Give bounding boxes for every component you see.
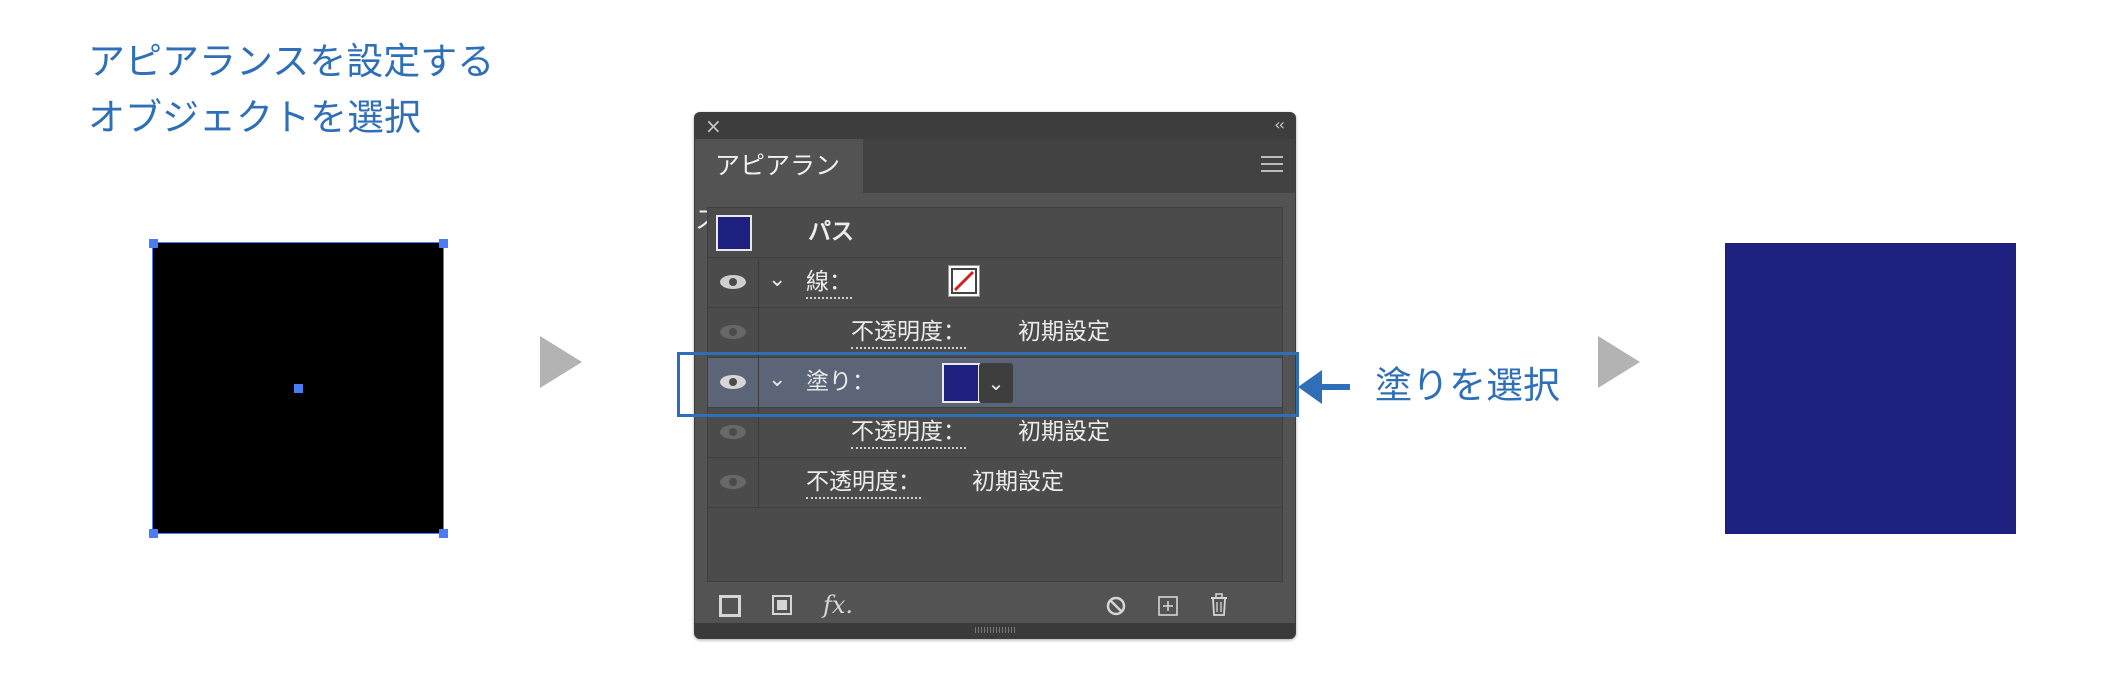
visibility-eye-icon xyxy=(720,325,746,339)
instruction-text: アピアランスを設定する オブジェクトを選択 xyxy=(88,34,494,146)
object-opacity-value: 初期設定 xyxy=(972,469,1064,495)
panel-menu-icon[interactable] xyxy=(1261,156,1283,177)
path-thumbnail xyxy=(716,215,752,251)
add-new-stroke-icon[interactable] xyxy=(719,595,741,617)
visibility-eye-icon xyxy=(720,425,746,439)
collapse-icon[interactable]: ‹‹ xyxy=(1274,113,1285,137)
fill-row-highlight xyxy=(677,352,1299,417)
stroke-opacity-value: 初期設定 xyxy=(1018,319,1110,345)
panel-titlebar: × ‹‹ xyxy=(695,113,1295,139)
none-slash-icon xyxy=(951,268,977,294)
object-opacity-label[interactable]: 不透明度： xyxy=(806,458,921,507)
visibility-eye-icon[interactable] xyxy=(720,275,746,289)
instruction-line-1: アピアランスを設定する xyxy=(88,40,495,83)
add-new-fill-icon[interactable] xyxy=(772,595,792,615)
selection-handle[interactable] xyxy=(439,529,448,538)
stroke-opacity-row[interactable]: 不透明度： 初期設定 xyxy=(708,308,1282,358)
close-icon[interactable]: × xyxy=(705,113,722,139)
center-point xyxy=(294,384,303,393)
stroke-row[interactable]: ⌄ 線： xyxy=(708,258,1282,308)
step-arrow-icon xyxy=(1598,336,1640,388)
resize-grip[interactable] xyxy=(695,623,1295,638)
path-header-row[interactable]: パス xyxy=(708,208,1282,258)
visibility-eye-icon xyxy=(720,475,746,489)
instruction-line-2: オブジェクトを選択 xyxy=(88,96,421,139)
result-object xyxy=(1725,243,2016,534)
stroke-label[interactable]: 線： xyxy=(806,258,852,307)
clear-appearance-icon[interactable] xyxy=(1105,595,1127,621)
object-opacity-row[interactable]: 不透明度： 初期設定 xyxy=(708,458,1282,508)
panel-tabstrip: アピアランス xyxy=(695,139,1295,234)
selection-handle[interactable] xyxy=(149,239,158,248)
duplicate-item-icon[interactable] xyxy=(1157,595,1179,621)
select-fill-callout: 塗りを選択 xyxy=(1375,364,1560,407)
delete-trash-icon[interactable] xyxy=(1208,593,1230,621)
selection-handle[interactable] xyxy=(439,239,448,248)
stroke-opacity-label[interactable]: 不透明度： xyxy=(851,308,966,357)
tab-appearance[interactable]: アピアランス xyxy=(695,139,863,234)
stroke-none-swatch[interactable] xyxy=(948,265,980,297)
step-arrow-icon xyxy=(540,336,582,388)
chevron-down-icon[interactable]: ⌄ xyxy=(768,268,786,292)
path-label: パス xyxy=(808,219,854,245)
selection-handle[interactable] xyxy=(149,529,158,538)
